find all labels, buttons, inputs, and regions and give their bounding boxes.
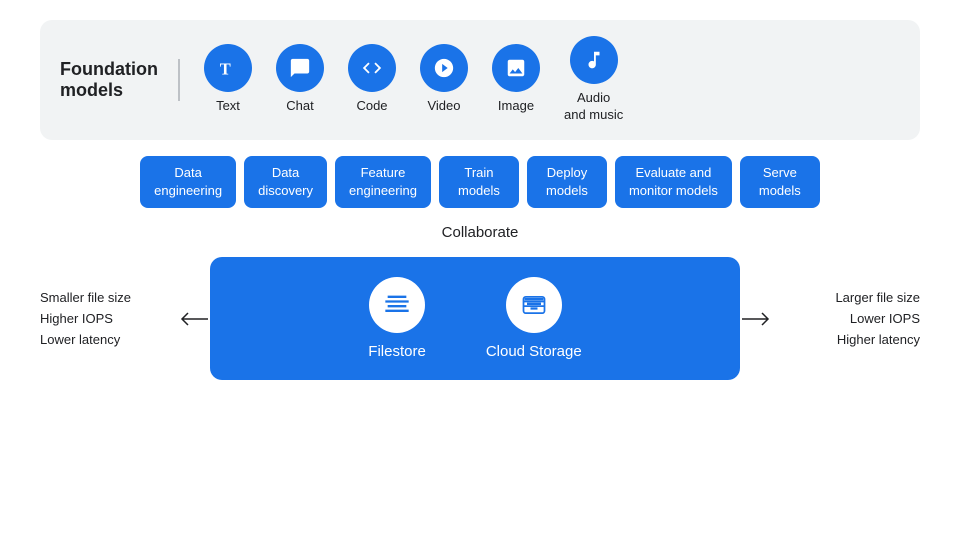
model-code: Code [348,44,396,115]
audio-icon [570,36,618,84]
left-labels: Smaller file size Higher IOPS Lower late… [40,290,180,347]
pipeline-feature-engineering: Featureengineering [335,156,431,208]
left-label-1: Higher IOPS [40,311,180,326]
storage-box: Filestore Cloud Storage [210,257,740,380]
pipeline-data-discovery: Datadiscovery [244,156,327,208]
right-label-1: Lower IOPS [778,311,920,326]
code-label: Code [356,98,387,115]
arrow-right-icon [740,309,770,329]
storage-filestore: Filestore [368,277,426,360]
video-label: Video [427,98,460,115]
chat-label: Chat [286,98,313,115]
right-label-2: Higher latency [778,332,920,347]
image-label: Image [498,98,534,115]
filestore-icon [369,277,425,333]
collaborate-label: Collaborate [40,224,920,241]
filestore-label: Filestore [368,343,426,360]
pipeline-deploy-models: Deploymodels [527,156,607,208]
storage-section: Smaller file size Higher IOPS Lower late… [40,257,920,380]
foundation-title: Foundationmodels [60,59,180,101]
pipeline-row: Dataengineering Datadiscovery Featureeng… [40,156,920,208]
right-labels: Larger file size Lower IOPS Higher laten… [770,290,920,347]
foundation-section: Foundationmodels T Text Chat [40,20,920,140]
chat-icon [276,44,324,92]
image-icon [492,44,540,92]
svg-text:T: T [220,60,231,79]
video-icon [420,44,468,92]
pipeline-serve-models: Servemodels [740,156,820,208]
storage-cloud: Cloud Storage [486,277,582,360]
text-icon: T [204,44,252,92]
model-chat: Chat [276,44,324,115]
left-label-0: Smaller file size [40,290,180,305]
code-icon [348,44,396,92]
text-label: Text [216,98,240,115]
model-video: Video [420,44,468,115]
main-diagram: Foundationmodels T Text Chat [0,0,960,540]
cloud-storage-icon [506,277,562,333]
left-label-2: Lower latency [40,332,180,347]
model-image: Image [492,44,540,115]
model-audio: Audioand music [564,36,623,124]
model-text: T Text [204,44,252,115]
pipeline-evaluate-monitor: Evaluate andmonitor models [615,156,732,208]
pipeline-train-models: Trainmodels [439,156,519,208]
right-label-0: Larger file size [778,290,920,305]
cloud-storage-label: Cloud Storage [486,343,582,360]
pipeline-data-engineering: Dataengineering [140,156,236,208]
arrow-left-icon [180,309,210,329]
model-icons: T Text Chat Code [180,36,623,124]
audio-label: Audioand music [564,90,623,124]
